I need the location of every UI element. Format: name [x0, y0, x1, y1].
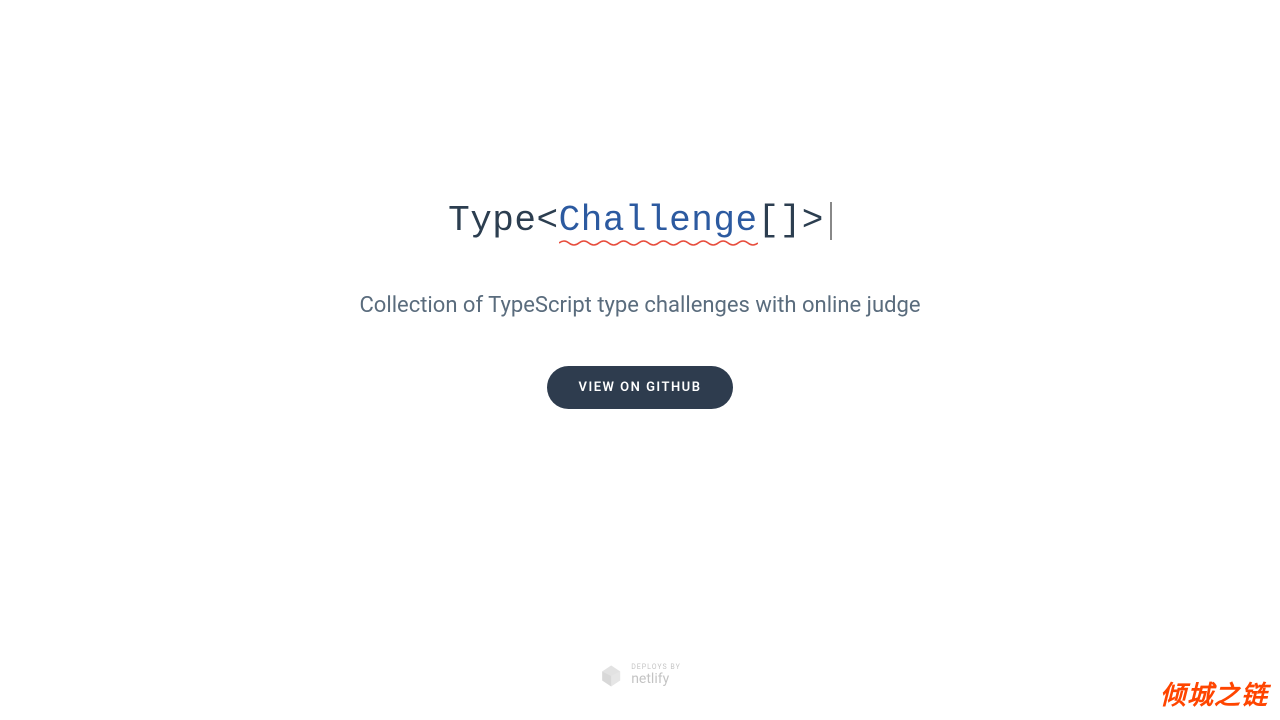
cursor-icon: [830, 202, 832, 240]
logo-challenge-text: Challenge: [559, 200, 758, 241]
squiggly-underline-icon: [559, 239, 758, 247]
netlify-badge[interactable]: DEPLOYS BY netlify: [599, 664, 681, 688]
hero-section: Type<Challenge[]> Collection of TypeScri…: [359, 200, 920, 409]
netlify-name-label: netlify: [631, 672, 681, 687]
logo-open-bracket: <: [537, 200, 559, 241]
netlify-text: DEPLOYS BY netlify: [631, 664, 681, 687]
view-github-button[interactable]: VIEW ON GITHUB: [547, 366, 734, 409]
logo-type-text: Type: [448, 200, 536, 241]
logo-array-brackets: []: [758, 200, 802, 241]
logo: Type<Challenge[]>: [448, 200, 832, 241]
watermark: 倾城之链: [1160, 675, 1268, 712]
netlify-icon: [599, 664, 623, 688]
subtitle: Collection of TypeScript type challenges…: [359, 293, 920, 318]
logo-close-bracket: >: [802, 200, 824, 241]
